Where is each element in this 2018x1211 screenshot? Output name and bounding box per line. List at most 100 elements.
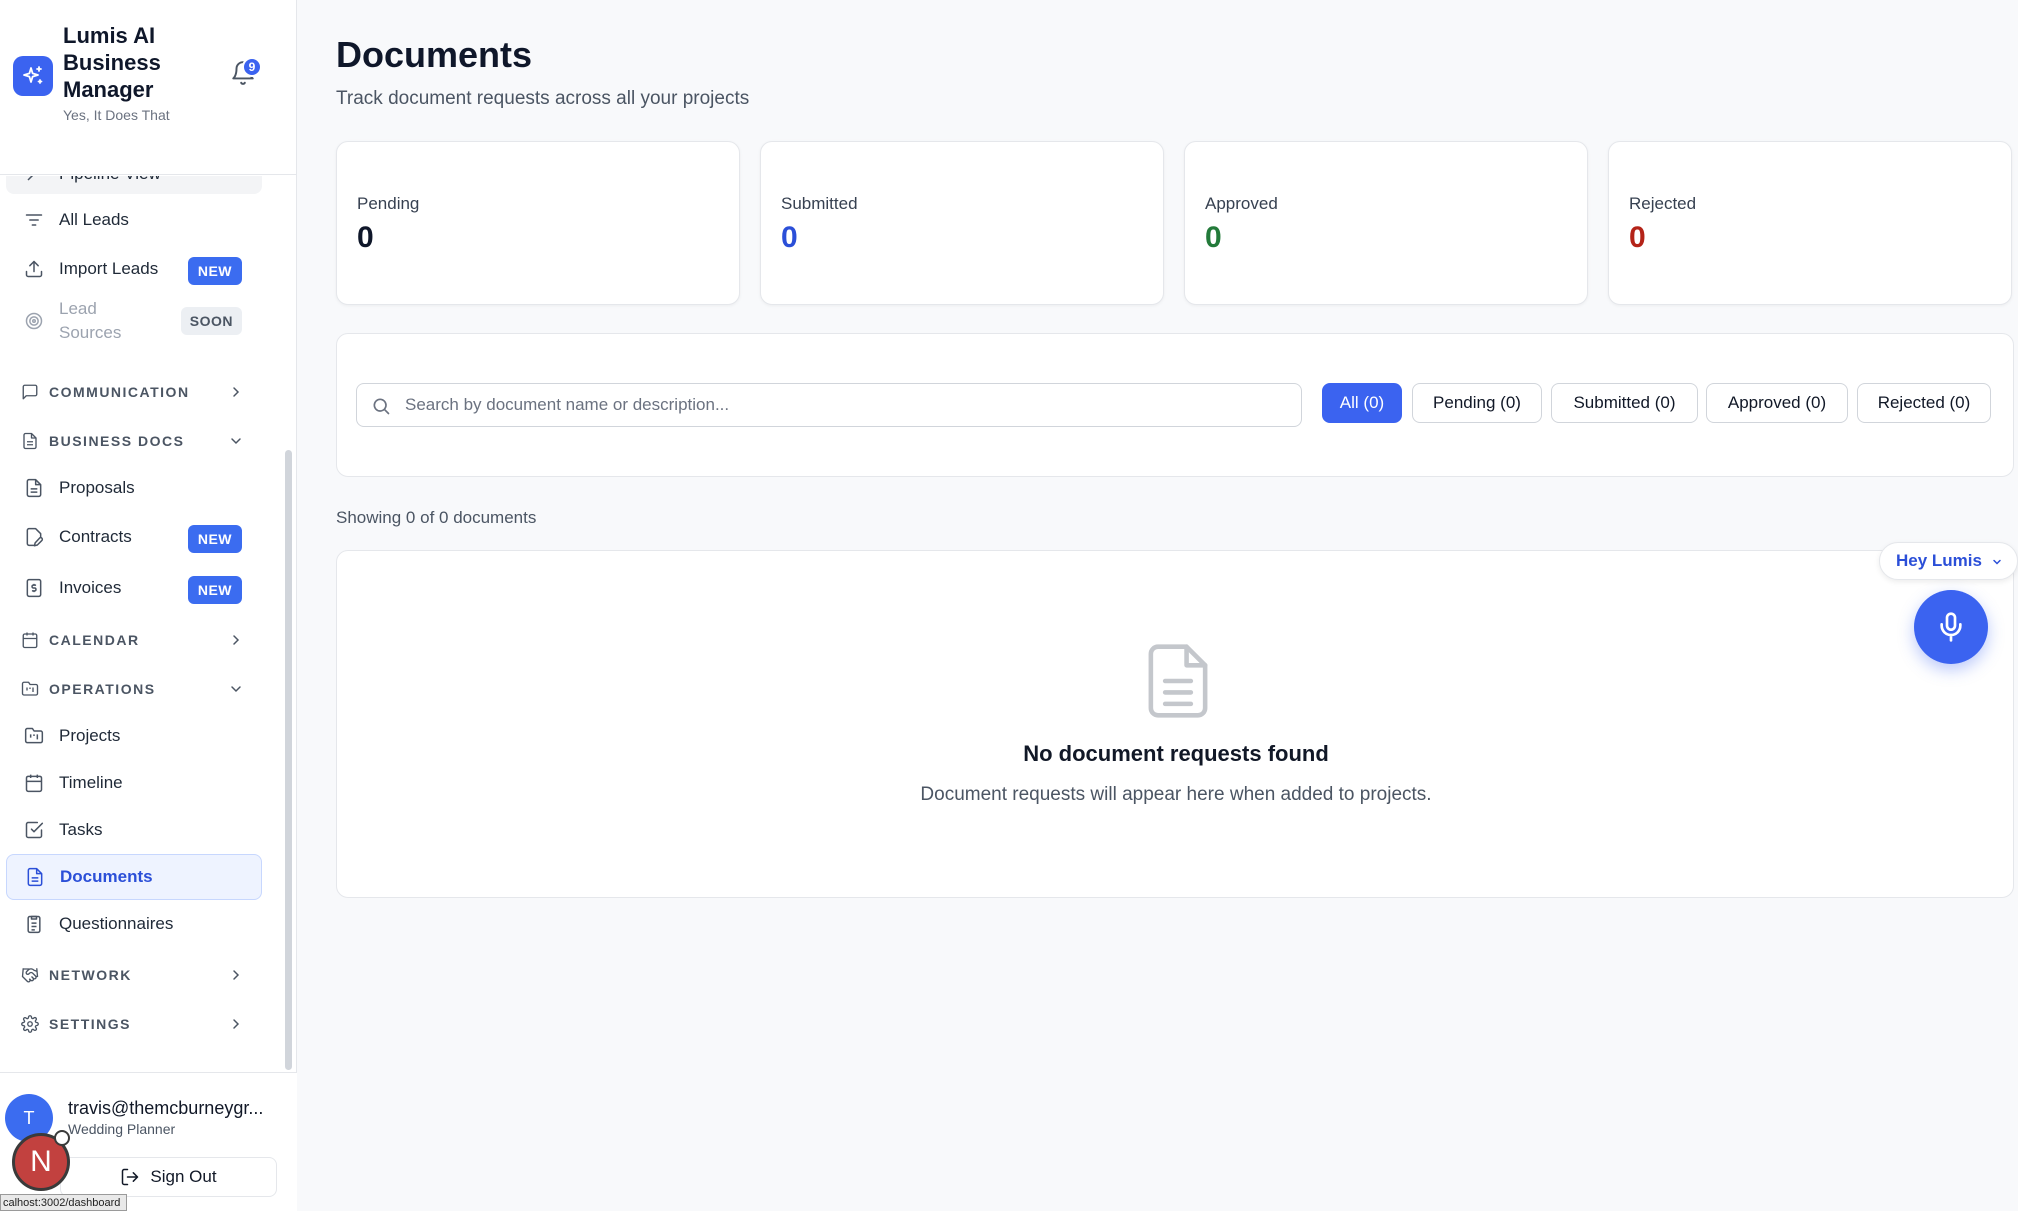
sidebar-item-label: Contracts <box>59 527 132 546</box>
log-out-icon <box>122 1168 139 1186</box>
sidebar: Lumis AI Business Manager Yes, It Does T… <box>0 0 297 1211</box>
target-icon <box>24 311 44 331</box>
folder-kanban-icon <box>20 679 40 699</box>
sidebar-item-proposals[interactable]: Proposals <box>6 466 262 510</box>
stat-value: 0 <box>781 221 798 254</box>
filter-lines-icon <box>24 210 44 230</box>
empty-state-title: No document requests found <box>1023 741 1329 766</box>
chevron-right-icon <box>233 1019 240 1029</box>
stat-card-approved: Approved 0 <box>1184 141 1588 305</box>
sign-out-label: Sign Out <box>150 1167 217 1186</box>
stat-card-pending: Pending 0 <box>336 141 740 305</box>
stat-label: Pending <box>357 194 420 213</box>
chevron-down-icon <box>231 686 241 693</box>
section-label: NETWORK <box>49 967 132 983</box>
sidebar-scrollbar[interactable] <box>285 450 292 1070</box>
sparkles-logo-icon[interactable] <box>13 56 53 96</box>
file-text-icon <box>24 478 44 498</box>
sidebar-item-label: Tasks <box>59 820 103 839</box>
document-icon <box>20 431 40 451</box>
search-box <box>356 383 1302 427</box>
chevron-down-icon <box>231 438 241 445</box>
search-input[interactable] <box>405 384 1285 426</box>
folder-kanban-icon <box>24 726 44 746</box>
section-business-docs[interactable]: BUSINESS DOCS <box>6 421 262 461</box>
sidebar-item-invoices[interactable]: Invoices NEW <box>6 566 262 610</box>
stat-value: 0 <box>1205 221 1222 254</box>
notification-count-badge: 9 <box>242 57 262 77</box>
sidebar-item-import-leads[interactable]: Import Leads NEW <box>6 247 262 291</box>
filter-submitted-button[interactable]: Submitted (0) <box>1551 383 1698 423</box>
section-communication[interactable]: COMMUNICATION <box>6 372 262 412</box>
chevron-right-icon <box>233 387 240 397</box>
chevron-right-icon <box>233 970 240 980</box>
sidebar-item-lead-sources[interactable]: Lead Sources SOON <box>6 296 262 346</box>
sidebar-item-label: Pipeline View <box>59 176 161 184</box>
section-label: CALENDAR <box>49 632 140 648</box>
dev-tools-indicator <box>54 1130 70 1146</box>
sidebar-item-label: Documents <box>60 867 153 886</box>
user-email: travis@themcburneygr... <box>68 1098 264 1118</box>
section-calendar[interactable]: CALENDAR <box>6 620 262 660</box>
sidebar-item-all-leads[interactable]: All Leads <box>6 198 262 242</box>
sidebar-item-label: Proposals <box>59 478 135 497</box>
microphone-icon <box>1940 612 1962 642</box>
filter-card: All (0) Pending (0) Submitted (0) Approv… <box>336 333 2014 477</box>
upload-icon <box>24 259 44 279</box>
user-role: Wedding Planner <box>68 1121 176 1137</box>
clipboard-list-icon <box>24 914 44 934</box>
pipeline-icon <box>24 176 44 184</box>
stat-value: 0 <box>357 221 374 254</box>
sidebar-item-tasks[interactable]: Tasks <box>6 808 262 852</box>
sidebar-item-contracts[interactable]: Contracts NEW <box>6 515 262 559</box>
sidebar-item-projects[interactable]: Projects <box>6 714 262 758</box>
sidebar-item-label: Invoices <box>59 578 122 597</box>
sidebar-item-timeline[interactable]: Timeline <box>6 761 262 805</box>
file-text-icon <box>25 867 45 887</box>
file-pen-icon <box>24 527 44 547</box>
filter-approved-button[interactable]: Approved (0) <box>1706 383 1848 423</box>
message-icon <box>20 382 40 402</box>
sidebar-item-label: Questionnaires <box>59 914 174 933</box>
assistant-label: Hey Lumis <box>1896 551 1982 570</box>
sign-out-button[interactable]: Sign Out <box>60 1157 277 1197</box>
soon-badge: SOON <box>180 307 242 335</box>
app-tagline: Yes, It Does That <box>63 107 170 123</box>
stat-label: Rejected <box>1629 194 1697 213</box>
brand-header: Lumis AI Business Manager Yes, It Does T… <box>0 0 297 175</box>
section-label: OPERATIONS <box>49 681 156 697</box>
sidebar-item-label: Projects <box>59 726 121 745</box>
sidebar-item-label: Lead Sources <box>59 299 122 342</box>
chevron-right-icon <box>233 635 240 645</box>
search-icon <box>373 398 390 415</box>
section-network[interactable]: NETWORK <box>6 955 262 995</box>
stat-label: Approved <box>1205 194 1278 213</box>
filter-rejected-button[interactable]: Rejected (0) <box>1857 383 1991 423</box>
sidebar-item-documents[interactable]: Documents <box>6 854 262 900</box>
new-badge: NEW <box>187 576 242 604</box>
section-operations[interactable]: OPERATIONS <box>6 669 262 709</box>
empty-state-subtitle: Document requests will appear here when … <box>920 784 1432 805</box>
page-title: Documents <box>336 34 533 75</box>
chevron-down-icon <box>1993 559 2001 565</box>
new-badge: NEW <box>187 525 242 553</box>
filter-pending-button[interactable]: Pending (0) <box>1412 383 1542 423</box>
sidebar-item-pipeline-view[interactable]: Pipeline View <box>6 176 262 194</box>
sidebar-item-questionnaires[interactable]: Questionnaires <box>6 902 262 946</box>
filter-all-button[interactable]: All (0) <box>1322 383 1402 423</box>
stat-value: 0 <box>1629 221 1646 254</box>
sidebar-nav: Pipeline View All Leads Import Leads NEW… <box>0 176 297 1070</box>
section-label: COMMUNICATION <box>49 384 190 400</box>
voice-assistant-button[interactable] <box>1914 590 1988 664</box>
handshake-icon <box>20 965 40 985</box>
new-badge: NEW <box>187 257 242 285</box>
file-text-icon <box>1148 644 1208 718</box>
results-count: Showing 0 of 0 documents <box>336 508 537 527</box>
calendar-icon <box>20 630 40 650</box>
calendar-icon <box>24 773 44 793</box>
hey-lumis-toggle[interactable]: Hey Lumis <box>1879 542 2018 580</box>
stat-card-submitted: Submitted 0 <box>760 141 1164 305</box>
page-subtitle: Track document requests across all your … <box>336 88 750 109</box>
section-settings[interactable]: SETTINGS <box>6 1004 262 1044</box>
stat-label: Submitted <box>781 194 858 213</box>
